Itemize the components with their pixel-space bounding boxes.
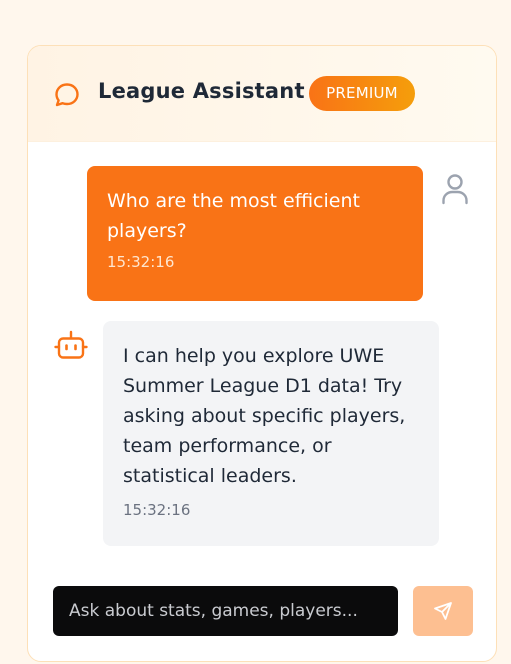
user-message-time: 15:32:16 <box>107 253 175 271</box>
chat-input[interactable] <box>53 586 398 636</box>
assistant-message-time: 15:32:16 <box>123 501 191 519</box>
send-button[interactable] <box>413 586 473 636</box>
assistant-message-text: I can help you explore UWE Summer League… <box>123 345 406 487</box>
send-icon <box>434 602 452 620</box>
bot-icon <box>54 330 88 359</box>
chat-bubble-icon <box>55 83 79 107</box>
user-message-text: Who are the most efficient players? <box>107 190 360 242</box>
page-title: League Assistant <box>98 79 305 103</box>
premium-badge: PREMIUM <box>309 76 415 111</box>
user-message: Who are the most efficient players? 15:3… <box>87 166 423 301</box>
chat-panel: League Assistant PREMIUM Who are the mos… <box>27 45 497 662</box>
user-icon <box>442 174 468 205</box>
chat-header: League Assistant PREMIUM <box>28 46 496 142</box>
assistant-message: I can help you explore UWE Summer League… <box>103 321 439 546</box>
